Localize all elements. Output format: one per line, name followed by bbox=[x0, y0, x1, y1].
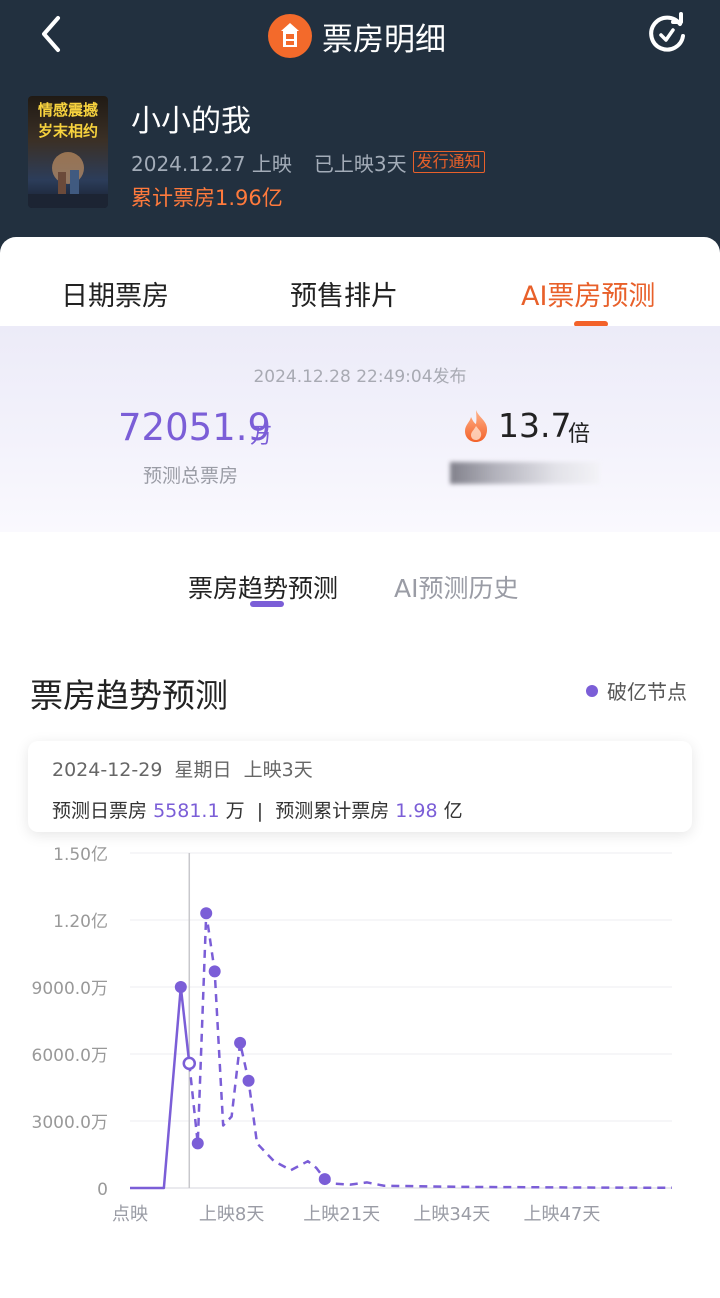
forecast-total-value: 72051.9 bbox=[118, 406, 272, 449]
selected-point-marker bbox=[182, 1056, 197, 1071]
tab-ai-forecast[interactable]: AI票房预测 bbox=[521, 274, 655, 313]
milestone-marker bbox=[174, 981, 187, 993]
tooltip-values: 预测日票房 5581.1 万 | 预测累计票房 1.98 亿 bbox=[52, 796, 463, 823]
tooltip-daily-label: 预测日票房 bbox=[52, 800, 148, 822]
page-title-group: 票房明细 bbox=[268, 14, 446, 58]
tooltip-separator: | bbox=[256, 800, 264, 822]
multiple-value: 13.7 bbox=[498, 406, 572, 445]
chart-tooltip: 2024-12-29 星期日 上映3天 预测日票房 5581.1 万 | 预测累… bbox=[28, 741, 692, 832]
y-tick-label: 1.50亿 bbox=[53, 845, 108, 865]
blurred-label bbox=[450, 462, 600, 484]
milestone-marker bbox=[242, 1074, 255, 1087]
tooltip-weekday: 星期日 bbox=[174, 759, 232, 781]
y-tick-label: 3000.0万 bbox=[32, 1113, 108, 1133]
tooltip-days: 上映3天 bbox=[243, 759, 313, 781]
tab-daily-box-office[interactable]: 日期票房 bbox=[61, 274, 169, 313]
milestone-marker bbox=[234, 1036, 247, 1049]
movie-name: 小小的我 bbox=[131, 104, 251, 139]
x-tick-label: 上映34天 bbox=[413, 1204, 490, 1225]
release-notice-badge[interactable]: 发行通知 bbox=[412, 151, 485, 173]
app-logo-icon bbox=[268, 14, 312, 58]
tooltip-daily-unit: 万 bbox=[225, 800, 245, 822]
x-tick-label: 上映47天 bbox=[523, 1204, 600, 1225]
x-tick-label: 上映8天 bbox=[199, 1204, 264, 1225]
back-button[interactable] bbox=[30, 12, 80, 58]
subtab-forecast-history[interactable]: AI预测历史 bbox=[394, 569, 518, 605]
refresh-button[interactable] bbox=[642, 10, 692, 60]
back-arrow-icon bbox=[42, 16, 60, 52]
tooltip-daily-value: 5581.1 bbox=[153, 800, 220, 822]
tooltip-cum-value: 1.98 bbox=[395, 800, 438, 822]
tooltip-cum-unit: 亿 bbox=[443, 800, 463, 822]
tooltip-header: 2024-12-29 星期日 上映3天 bbox=[52, 755, 313, 782]
tab-presale-schedule[interactable]: 预售排片 bbox=[290, 274, 398, 313]
forecast-total-label: 预测总票房 bbox=[143, 465, 239, 487]
active-subtab-indicator bbox=[250, 601, 284, 607]
release-date: 2024.12.27 上映 bbox=[131, 151, 292, 176]
legend-label: 破亿节点 bbox=[607, 680, 687, 704]
forecast-total-unit: 万 bbox=[250, 424, 273, 449]
release-info: 2024.12.27 上映 已上映3天 发行通知 bbox=[131, 148, 485, 176]
chart-legend[interactable]: 破亿节点 bbox=[586, 676, 687, 705]
box-office-trend-chart[interactable]: 0 3000.0万 6000.0万 9000.0万 1.20亿 1.50亿点映 上映8天 上映… bbox=[0, 838, 720, 1238]
section-title: 票房趋势预测 bbox=[30, 676, 228, 715]
release-days: 已上映3天 bbox=[313, 151, 407, 176]
refresh-icon bbox=[649, 12, 685, 52]
subtab-trend-forecast[interactable]: 票房趋势预测 bbox=[188, 569, 338, 605]
legend-dot-icon bbox=[586, 684, 598, 697]
forecast-summary bbox=[0, 326, 720, 532]
actual-series-line bbox=[130, 985, 191, 1190]
movie-poster[interactable]: 情感震撼岁末相约 bbox=[28, 96, 108, 208]
y-tick-label: 1.20亿 bbox=[53, 912, 108, 932]
x-tick-label: 点映 bbox=[112, 1204, 148, 1225]
y-tick-label: 0 bbox=[97, 1180, 108, 1200]
tooltip-date: 2024-12-29 bbox=[52, 759, 163, 781]
forecast-series-line bbox=[188, 912, 673, 1190]
milestone-marker bbox=[200, 907, 213, 920]
publish-time: 2024.12.28 22:49:04发布 bbox=[253, 367, 467, 387]
flame-icon bbox=[461, 408, 491, 444]
page-title: 票房明细 bbox=[322, 21, 446, 58]
poster-title-text: 情感震撼岁末相约 bbox=[37, 101, 98, 140]
milestone-marker bbox=[208, 965, 221, 978]
y-tick-label: 6000.0万 bbox=[32, 1046, 108, 1066]
x-tick-label: 上映21天 bbox=[303, 1204, 380, 1225]
multiple-unit: 倍 bbox=[568, 422, 591, 447]
cumulative-box-office: 累计票房1.96亿 bbox=[131, 186, 283, 210]
milestone-marker bbox=[191, 1137, 204, 1150]
tooltip-cum-label: 预测累计票房 bbox=[275, 800, 390, 822]
milestone-marker bbox=[318, 1173, 331, 1186]
y-tick-label: 9000.0万 bbox=[32, 979, 108, 999]
